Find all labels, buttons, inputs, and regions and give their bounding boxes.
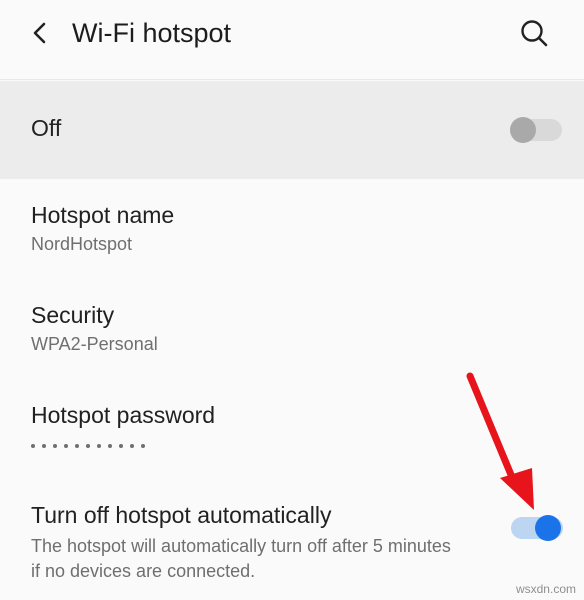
security-item[interactable]: Security WPA2-Personal bbox=[0, 290, 584, 380]
page-title: Wi-Fi hotspot bbox=[72, 18, 232, 48]
password-dot bbox=[130, 444, 134, 448]
switch-thumb bbox=[510, 117, 536, 143]
arrow-back-icon bbox=[33, 22, 46, 44]
security-value: WPA2-Personal bbox=[31, 334, 158, 354]
password-dot bbox=[31, 444, 35, 448]
password-dot bbox=[108, 444, 112, 448]
hotspot-password-item[interactable]: Hotspot password bbox=[0, 390, 584, 470]
password-dot bbox=[86, 444, 90, 448]
switch-thumb bbox=[535, 515, 561, 541]
auto-off-title: Turn off hotspot automatically bbox=[31, 502, 332, 528]
password-dot bbox=[97, 444, 101, 448]
auto-off-description: The hotspot will automatically turn off … bbox=[31, 536, 451, 581]
app-bar: Wi-Fi hotspot bbox=[0, 0, 584, 80]
hotspot-password-title: Hotspot password bbox=[31, 402, 216, 428]
password-dot bbox=[141, 444, 145, 448]
hotspot-master-switch[interactable] bbox=[510, 117, 562, 143]
password-dot bbox=[75, 444, 79, 448]
hotspot-name-item[interactable]: Hotspot name NordHotspot bbox=[0, 190, 584, 280]
search-icon bbox=[521, 20, 548, 47]
hotspot-password-masked bbox=[31, 444, 145, 448]
back-button[interactable] bbox=[24, 18, 58, 48]
password-dot bbox=[42, 444, 46, 448]
hotspot-master-toggle-row[interactable]: Off bbox=[0, 81, 584, 179]
auto-off-switch[interactable] bbox=[511, 515, 563, 541]
security-title: Security bbox=[31, 302, 115, 328]
password-dot bbox=[119, 444, 123, 448]
search-button[interactable] bbox=[514, 14, 554, 54]
hotspot-name-value: NordHotspot bbox=[31, 234, 133, 254]
password-dot bbox=[53, 444, 57, 448]
hotspot-state-label: Off bbox=[31, 115, 62, 141]
hotspot-name-title: Hotspot name bbox=[31, 202, 175, 228]
password-dot bbox=[64, 444, 68, 448]
auto-off-item[interactable]: Turn off hotspot automatically The hotsp… bbox=[0, 490, 584, 590]
watermark: wsxdn.com bbox=[515, 582, 576, 596]
